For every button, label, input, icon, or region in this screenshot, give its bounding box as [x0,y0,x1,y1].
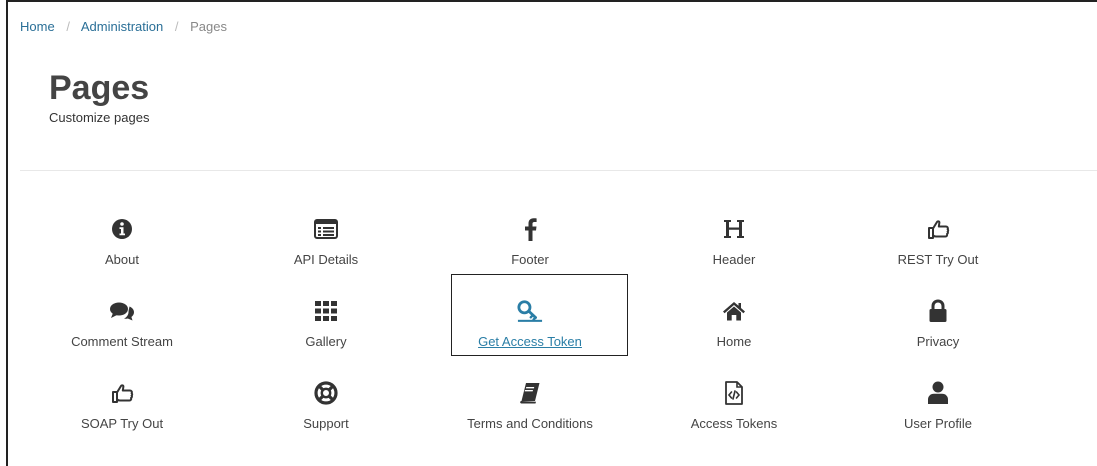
book-icon [517,380,543,406]
hand-pointer-icon [925,216,951,242]
tile-rest-try-out[interactable]: REST Try Out [836,192,1040,274]
tile-comment-stream[interactable]: Comment Stream [20,274,224,356]
tile-user-profile[interactable]: User Profile [836,356,1040,438]
home-icon [721,298,747,324]
breadcrumb-separator: / [66,19,70,34]
tile-label: Support [303,416,349,431]
tile-label: Footer [511,252,549,267]
tile-label: Home [716,334,752,349]
grid-icon [313,298,339,324]
tile-privacy[interactable]: Privacy [836,274,1040,356]
tile-label: REST Try Out [897,252,979,267]
tile-access-tokens[interactable]: Access Tokens [632,356,836,438]
tile-label: Privacy [916,334,960,349]
tile-label: About [105,252,139,267]
facebook-f-icon [517,216,543,242]
tile-soap-try-out[interactable]: SOAP Try Out [20,356,224,438]
tile-label: Gallery [305,334,347,349]
tile-api-details[interactable]: API Details [224,192,428,274]
list-window-icon [313,216,339,242]
breadcrumb: Home / Administration / Pages [20,19,227,34]
breadcrumb-current: Pages [190,19,227,34]
code-file-icon [721,380,747,406]
breadcrumb-separator: / [174,19,179,34]
tile-footer[interactable]: Footer [428,192,632,274]
hand-pointer-icon [109,380,135,406]
breadcrumb-administration[interactable]: Administration [81,19,163,34]
tile-about[interactable]: About [20,192,224,274]
page-subtitle: Customize pages [49,110,150,125]
tile-label: API Details [293,252,359,267]
page-title: Pages [49,69,150,107]
key-icon [517,298,543,324]
heading-h-icon [721,216,747,242]
tile-label: Access Tokens [690,416,778,431]
lock-icon [925,298,951,324]
tile-terms-and-conditions[interactable]: Terms and Conditions [428,356,632,438]
tile-label: Terms and Conditions [467,416,593,431]
comments-icon [109,298,135,324]
tile-get-access-token[interactable]: Get Access Token [428,274,632,356]
tile-gallery[interactable]: Gallery [224,274,428,356]
breadcrumb-home[interactable]: Home [20,19,55,34]
life-ring-icon [313,380,339,406]
user-icon [925,380,951,406]
tile-label: Header [712,252,756,267]
page-frame: Home / Administration / Pages Pages Cust… [6,0,1097,466]
tile-label: SOAP Try Out [80,416,164,431]
pages-grid: About API Details Footer Header REST Try… [20,192,1050,438]
tile-support[interactable]: Support [224,356,428,438]
tile-label: Get Access Token [478,334,582,349]
header-divider [20,170,1097,171]
tile-home[interactable]: Home [632,274,836,356]
tile-header[interactable]: Header [632,192,836,274]
info-circle-icon [109,216,135,242]
tile-label: Comment Stream [71,334,173,349]
tile-label: User Profile [904,416,972,431]
